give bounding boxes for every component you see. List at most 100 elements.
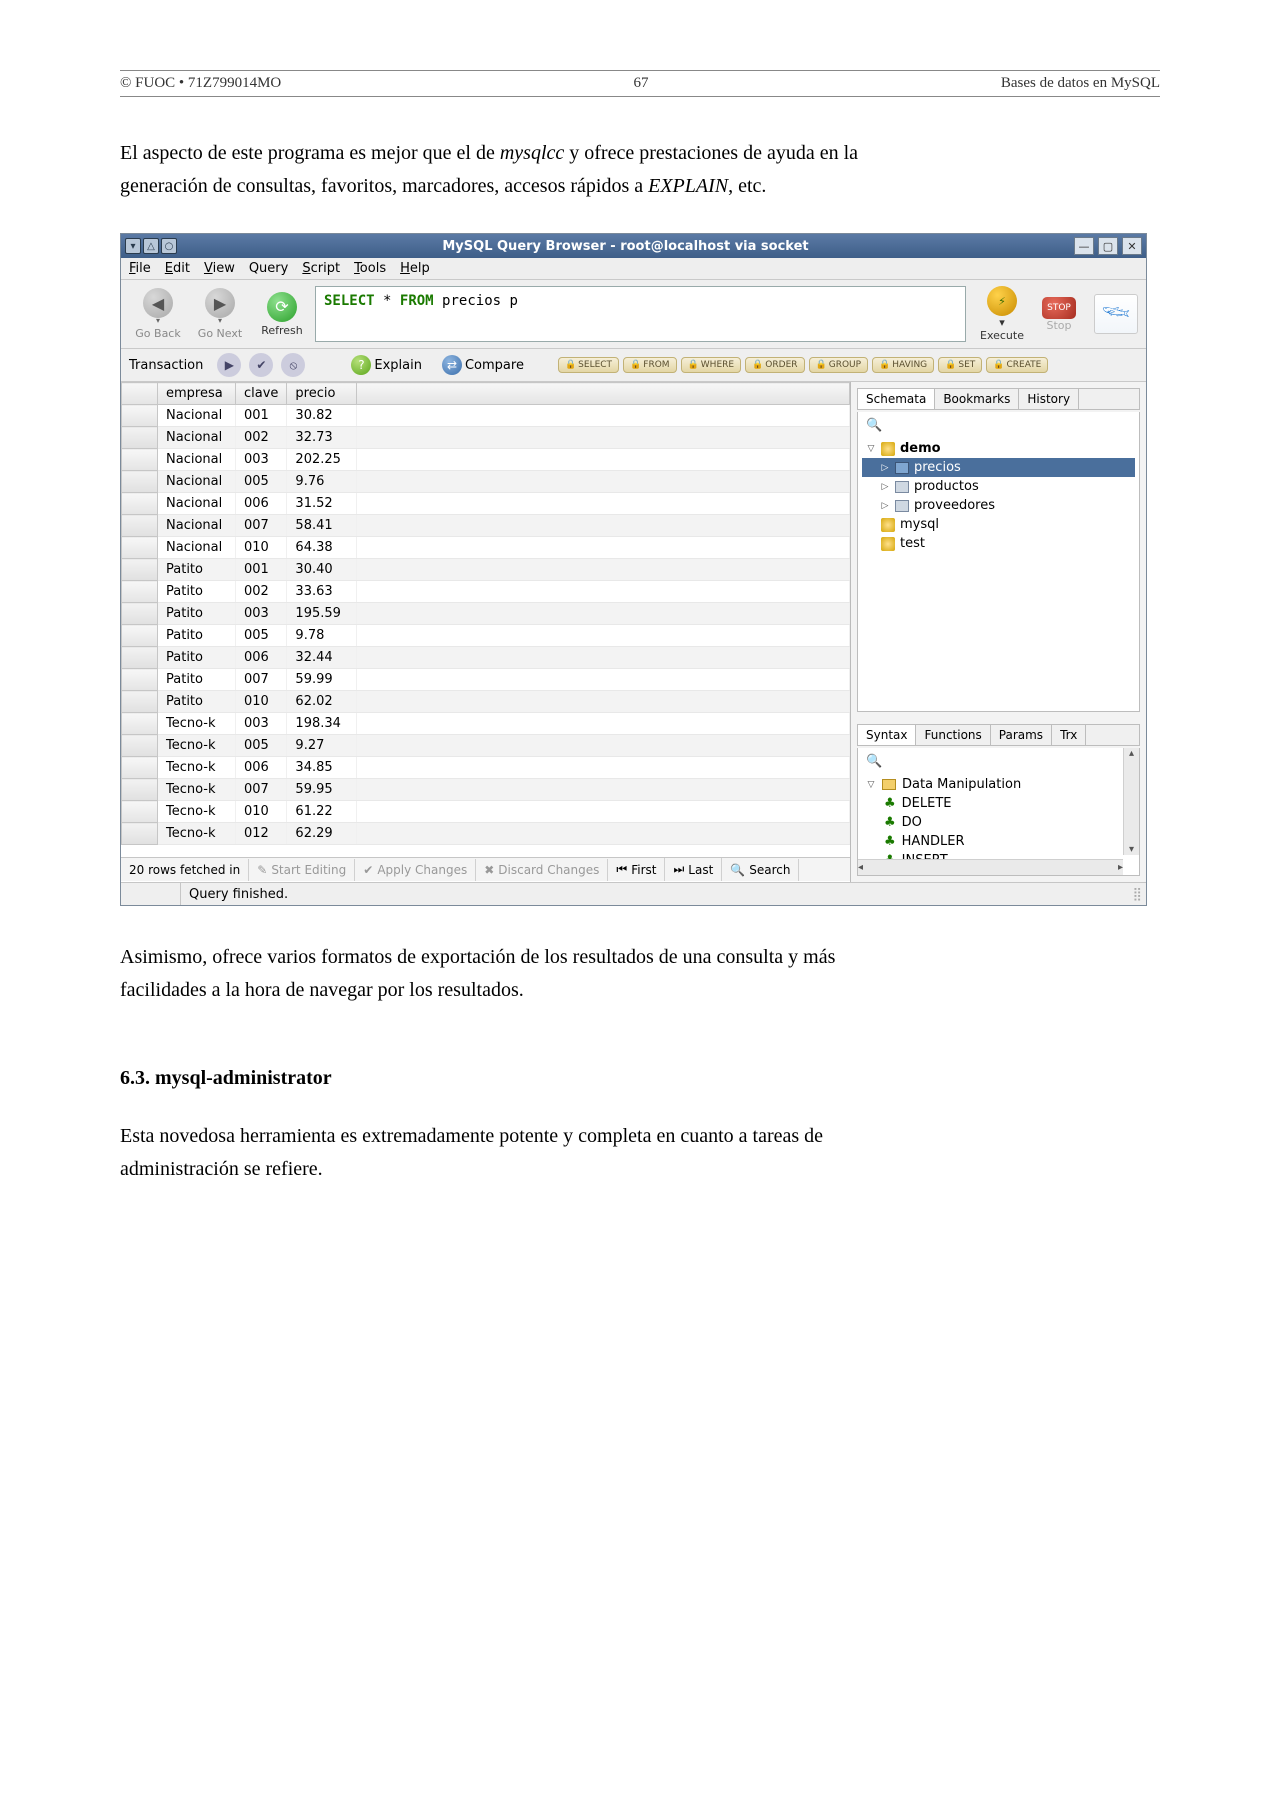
sql-chip-select[interactable]: 🔒SELECT [558,357,619,373]
titlebar-icon-3[interactable]: ○ [161,238,177,254]
table-productos[interactable]: productos [862,477,1135,496]
col-precio[interactable]: precio [287,383,357,405]
col-spacer [357,383,850,405]
db-demo[interactable]: demo [862,439,1135,458]
side-pane: Schemata Bookmarks History 🔍 demo precio… [851,382,1146,882]
grid-footer: 20 rows fetched in ✎ Start Editing ✔ App… [121,857,850,881]
query-input[interactable]: SELECT * FROM precios p [315,286,966,342]
menu-tools[interactable]: Tools [354,261,386,276]
col-clave[interactable]: clave [236,383,287,405]
first-button[interactable]: ⏮ First [608,858,665,881]
table-row[interactable]: Nacional00631.52 [122,493,850,515]
window-title: MySQL Query Browser - root@localhost via… [177,239,1074,254]
table-icon [895,462,909,474]
syntax-group[interactable]: Data Manipulation [862,775,1135,794]
table-row[interactable]: Nacional0059.76 [122,471,850,493]
table-proveedores[interactable]: proveedores [862,496,1135,515]
table-row[interactable]: Patito00632.44 [122,647,850,669]
go-next-button[interactable]: ▶ ▾ Go Next [191,286,249,342]
last-button[interactable]: ⏭ Last [665,858,722,881]
syntax-item-do[interactable]: ♣DO [862,813,1135,832]
table-row[interactable]: Tecno-k00634.85 [122,757,850,779]
db-test[interactable]: test [862,534,1135,553]
syntax-panel: 🔍 Data Manipulation ♣DELETE ♣DO ♣HANDLER… [857,748,1140,876]
scrollbar-vertical[interactable]: ▴▾ [1123,748,1139,855]
p1-part-c: , etc. [728,175,766,197]
table-row[interactable]: Patito003195.59 [122,603,850,625]
table-row[interactable]: Nacional00232.73 [122,427,850,449]
table-row[interactable]: Patito00130.40 [122,559,850,581]
execute-button[interactable]: ⚡ ▾ Execute [980,286,1024,342]
table-icon [895,481,909,493]
sql-chip-where[interactable]: 🔒WHERE [681,357,742,373]
transaction-commit-icon[interactable]: ✔ [249,353,273,377]
go-back-button[interactable]: ◀ ▾ Go Back [129,286,187,342]
menu-file[interactable]: File [129,261,151,276]
tab-bookmarks[interactable]: Bookmarks [935,389,1019,409]
compare-button[interactable]: ⇄Compare [436,355,530,375]
search-icon[interactable]: 🔍 [866,418,882,433]
tab-syntax[interactable]: Syntax [858,725,916,745]
status-bar: Query finished. ⣿ [121,882,1146,905]
tab-functions[interactable]: Functions [916,725,990,745]
sql-chip-having[interactable]: 🔒HAVING [872,357,934,373]
search-button[interactable]: 🔍 Search [722,859,799,881]
syntax-item-delete[interactable]: ♣DELETE [862,794,1135,813]
results-table[interactable]: empresa clave precio Nacional00130.82Nac… [121,382,850,845]
table-row[interactable]: Tecno-k00759.95 [122,779,850,801]
table-row[interactable]: Tecno-k01061.22 [122,801,850,823]
table-row[interactable]: Patito01062.02 [122,691,850,713]
transaction-start-icon[interactable]: ▶ [217,353,241,377]
resize-grip-icon[interactable]: ⣿ [1128,887,1146,902]
sql-chip-from[interactable]: 🔒FROM [623,357,677,373]
refresh-button[interactable]: ⟳ Refresh [253,286,311,342]
sql-chip-create[interactable]: 🔒CREATE [986,357,1048,373]
scrollbar-horizontal[interactable]: ◂▸ [858,859,1123,875]
search-icon[interactable]: 🔍 [866,754,882,769]
table-row[interactable]: Nacional01064.38 [122,537,850,559]
table-row[interactable]: Nacional00758.41 [122,515,850,537]
stop-button[interactable]: STOP Stop [1042,297,1076,332]
apply-changes-button[interactable]: ✔ Apply Changes [355,859,476,881]
table-row[interactable]: Patito00233.63 [122,581,850,603]
window-close-button[interactable]: ✕ [1122,237,1142,255]
toolbar-transaction: Transaction ▶ ✔ ⦸ ?Explain ⇄Compare 🔒SEL… [121,349,1146,382]
menu-view[interactable]: View [204,261,235,276]
table-row[interactable]: Tecno-k01262.29 [122,823,850,845]
table-row[interactable]: Nacional003202.25 [122,449,850,471]
transaction-rollback-icon[interactable]: ⦸ [281,353,305,377]
sql-chip-group[interactable]: 🔒GROUP [809,357,869,373]
table-precios[interactable]: precios [862,458,1135,477]
header-right: Bases de datos en MySQL [1001,75,1160,92]
table-row[interactable]: Tecno-k003198.34 [122,713,850,735]
window-minimize-button[interactable]: — [1074,237,1094,255]
start-editing-button[interactable]: ✎ Start Editing [249,859,355,881]
menu-edit[interactable]: Edit [165,261,190,276]
menu-help[interactable]: Help [400,261,430,276]
tab-trx[interactable]: Trx [1052,725,1086,745]
explain-button[interactable]: ?Explain [345,355,428,375]
tab-history[interactable]: History [1019,389,1079,409]
sql-chip-order[interactable]: 🔒ORDER [745,357,804,373]
syntax-item-handler[interactable]: ♣HANDLER [862,832,1135,851]
schemata-tree[interactable]: demo precios productos proveedores mysql… [862,439,1135,553]
titlebar-icon-2[interactable]: △ [143,238,159,254]
menu-query[interactable]: Query [249,261,289,276]
tab-schemata[interactable]: Schemata [858,389,935,409]
table-row[interactable]: Patito00759.99 [122,669,850,691]
db-mysql[interactable]: mysql [862,515,1135,534]
p1-em1: mysqlcc [500,142,564,164]
menu-script[interactable]: Script [302,261,340,276]
window-maximize-button[interactable]: ▢ [1098,237,1118,255]
tab-params[interactable]: Params [991,725,1052,745]
sql-chip-set[interactable]: 🔒SET [938,357,982,373]
discard-changes-button[interactable]: ✖ Discard Changes [476,859,608,881]
table-row[interactable]: Nacional00130.82 [122,405,850,427]
table-row[interactable]: Tecno-k0059.27 [122,735,850,757]
titlebar-icon-1[interactable]: ▾ [125,238,141,254]
col-empresa[interactable]: empresa [158,383,236,405]
toolbar-main: ◀ ▾ Go Back ▶ ▾ Go Next ⟳ Refresh SELECT… [121,280,1146,349]
page-header: © FUOC • 71Z799014MO 67 Bases de datos e… [120,70,1160,97]
table-row[interactable]: Patito0059.78 [122,625,850,647]
database-icon [881,537,895,551]
